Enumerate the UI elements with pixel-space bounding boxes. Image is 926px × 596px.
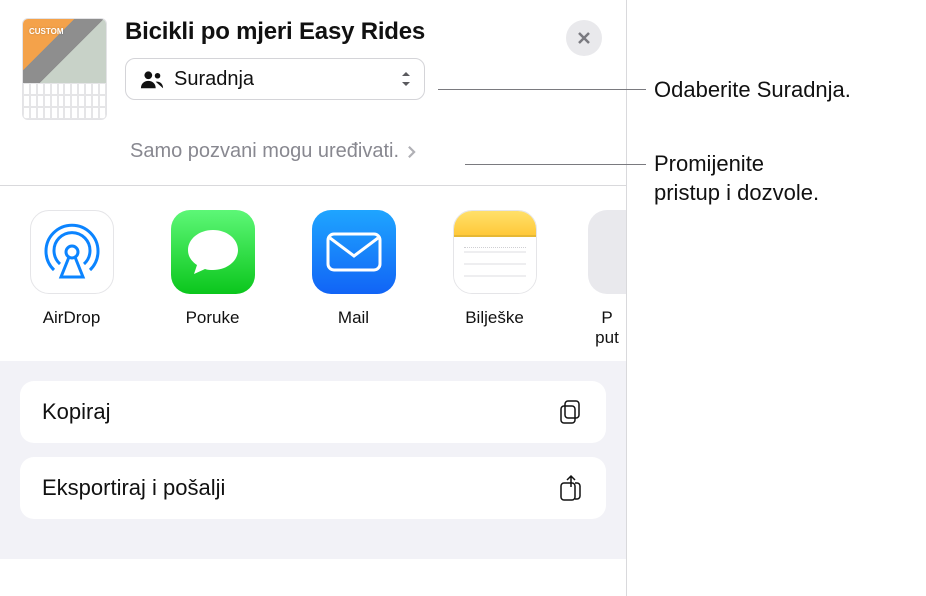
action-label: Kopiraj <box>42 399 556 425</box>
callout-leader <box>465 164 646 165</box>
app-label: Poruke <box>165 308 260 328</box>
permissions-row[interactable]: Samo pozvani mogu uređivati. <box>130 140 626 163</box>
share-apps: AirDrop Poruke Mail <box>0 186 626 361</box>
airdrop-icon <box>30 210 114 294</box>
app-label: AirDrop <box>24 308 119 328</box>
notes-icon <box>453 210 537 294</box>
document-title: Bicikli po mjeri Easy Rides <box>125 18 548 46</box>
share-app-airdrop[interactable]: AirDrop <box>24 210 119 347</box>
updown-icon <box>400 69 412 89</box>
close-icon <box>576 30 592 46</box>
people-icon <box>140 69 164 89</box>
header-main: Bicikli po mjeri Easy Rides Suradnja <box>125 18 548 100</box>
share-app-notes[interactable]: Bilješke <box>447 210 542 347</box>
document-thumbnail: CUSTOM <box>22 18 107 120</box>
action-export[interactable]: Eksportiraj i pošalji <box>20 457 606 519</box>
action-label: Eksportiraj i pošalji <box>42 475 556 501</box>
app-label: P put <box>588 308 626 347</box>
mail-icon <box>312 210 396 294</box>
action-copy[interactable]: Kopiraj <box>20 381 606 443</box>
callout-leader <box>438 89 646 90</box>
share-app-more[interactable]: P put <box>588 210 626 347</box>
close-button[interactable] <box>566 20 602 56</box>
share-app-mail[interactable]: Mail <box>306 210 401 347</box>
more-app-icon <box>588 210 626 294</box>
collaboration-dropdown[interactable]: Suradnja <box>125 58 425 100</box>
chevron-right-icon <box>407 145 416 159</box>
permissions-text: Samo pozvani mogu uređivati. <box>130 140 399 163</box>
actions-section: Kopiraj Eksportiraj i pošalji <box>0 361 626 559</box>
messages-icon <box>171 210 255 294</box>
export-icon <box>556 474 584 502</box>
callout-collaborate: Odaberite Suradnja. <box>654 76 851 105</box>
copy-icon <box>556 398 584 426</box>
callout-permissions: Promijenite pristup i dozvole. <box>654 150 819 207</box>
dropdown-label: Suradnja <box>174 68 400 91</box>
share-app-messages[interactable]: Poruke <box>165 210 260 347</box>
app-label: Bilješke <box>447 308 542 328</box>
thumbnail-badge: CUSTOM <box>29 27 64 36</box>
header: CUSTOM Bicikli po mjeri Easy Rides Surad… <box>0 0 626 120</box>
app-label: Mail <box>306 308 401 328</box>
